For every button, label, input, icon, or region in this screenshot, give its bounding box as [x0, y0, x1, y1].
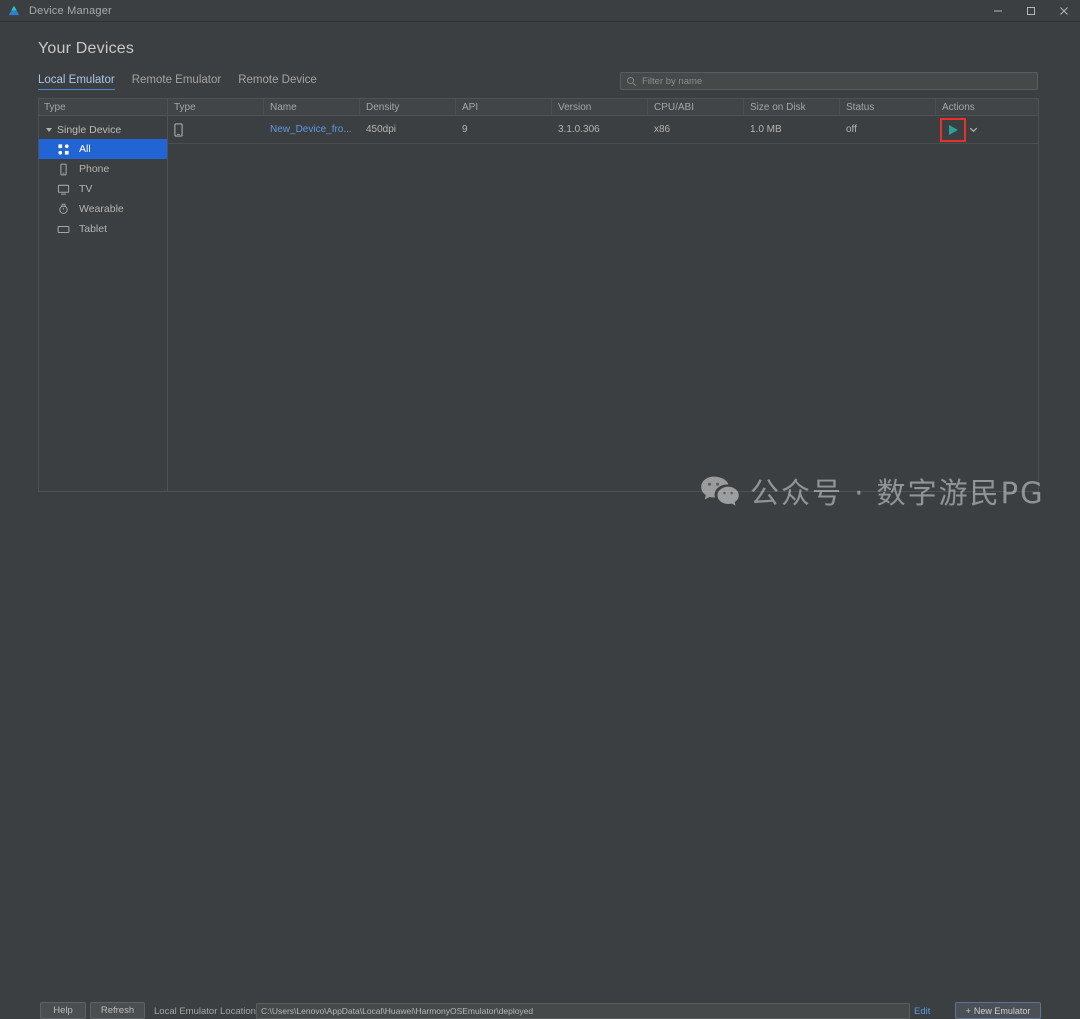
sidebar-item-label: Tablet	[79, 223, 108, 235]
search-input[interactable]: Filter by name	[642, 76, 702, 87]
filter-search-box[interactable]: Filter by name	[620, 72, 1038, 90]
sidebar-item-tv[interactable]: TV	[39, 179, 167, 199]
help-button[interactable]: Help	[40, 1002, 86, 1019]
table-header-row: Type Name Density API Version CPU/ABI Si…	[168, 99, 1038, 116]
play-icon	[948, 124, 958, 135]
sidebar-item-label: All	[79, 143, 91, 155]
refresh-button[interactable]: Refresh	[90, 1002, 145, 1019]
column-header-api[interactable]: API	[456, 99, 552, 115]
phone-icon	[174, 123, 183, 136]
sidebar-item-wearable[interactable]: Wearable	[39, 199, 167, 219]
search-icon	[627, 76, 637, 86]
title-bar: Device Manager	[0, 0, 1080, 22]
deveco-logo-icon	[8, 5, 20, 15]
cell-size-on-disk: 1.0 MB	[750, 124, 782, 135]
edit-link[interactable]: Edit	[914, 1006, 930, 1017]
type-sidebar: Type Single Device All Phone TV Wearable…	[38, 98, 167, 492]
maximize-button[interactable]	[1014, 0, 1047, 22]
column-header-version[interactable]: Version	[552, 99, 648, 115]
column-header-density[interactable]: Density	[360, 99, 456, 115]
watch-icon	[59, 203, 68, 214]
window-controls	[981, 0, 1080, 22]
new-emulator-label: New Emulator	[973, 1005, 1031, 1016]
chevron-down-icon[interactable]	[968, 124, 979, 135]
tab-bar: Local Emulator Remote Emulator Remote De…	[38, 74, 317, 90]
column-header-actions[interactable]: Actions	[936, 99, 1038, 115]
cell-version: 3.1.0.306	[558, 124, 600, 135]
sidebar-item-phone[interactable]: Phone	[39, 159, 167, 179]
column-header-status[interactable]: Status	[840, 99, 936, 115]
sidebar-item-tablet[interactable]: Tablet	[39, 219, 167, 239]
device-type-tree: Single Device All Phone TV Wearable Tabl…	[39, 116, 167, 491]
plus-icon: +	[965, 1005, 971, 1016]
grid-icon	[58, 143, 69, 155]
cell-density: 450dpi	[366, 124, 397, 135]
footer-bar: Help Refresh Local Emulator Location: C:…	[0, 498, 1080, 1019]
column-header-type[interactable]: Type	[168, 99, 264, 115]
start-device-button[interactable]	[940, 117, 966, 142]
sidebar-item-label: Wearable	[79, 203, 124, 215]
device-panels: Type Single Device All Phone TV Wearable…	[38, 98, 1039, 492]
tv-icon	[57, 184, 70, 195]
cell-actions	[936, 116, 1038, 143]
sidebar-item-all[interactable]: All	[39, 139, 167, 159]
cell-status: off	[846, 124, 857, 135]
local-emulator-location-input[interactable]: C:\Users\Lenovo\AppData\Local\Huawei\Har…	[256, 1003, 910, 1019]
devices-table: Type Name Density API Version CPU/ABI Si…	[167, 98, 1039, 492]
tab-local-emulator[interactable]: Local Emulator	[38, 74, 115, 90]
column-header-name[interactable]: Name	[264, 99, 360, 115]
page-title: Your Devices	[38, 40, 135, 57]
tree-group-label: Single Device	[57, 123, 122, 136]
column-header-cpu-abi[interactable]: CPU/ABI	[648, 99, 744, 115]
cell-cpu-abi: x86	[654, 124, 671, 135]
minimize-button[interactable]	[981, 0, 1014, 22]
sidebar-item-label: TV	[79, 183, 93, 195]
phone-icon	[60, 163, 67, 175]
column-header-size-on-disk[interactable]: Size on Disk	[744, 99, 840, 115]
cell-name[interactable]: New_Device_fro...	[264, 116, 360, 143]
new-emulator-button[interactable]: + New Emulator	[955, 1002, 1041, 1019]
tablet-icon	[57, 225, 70, 233]
close-button[interactable]	[1047, 0, 1080, 22]
sidebar-item-label: Phone	[79, 163, 110, 175]
cell-api: 9	[462, 124, 468, 135]
tab-remote-emulator[interactable]: Remote Emulator	[132, 74, 221, 90]
window-title: Device Manager	[29, 4, 112, 17]
table-body: New_Device_fro... 450dpi 9 3.1.0.306 x86…	[168, 116, 1038, 491]
sidebar-column-header: Type	[39, 99, 167, 116]
table-row[interactable]: New_Device_fro... 450dpi 9 3.1.0.306 x86…	[168, 116, 1038, 144]
chevron-down-icon	[46, 127, 52, 132]
tree-group-single-device[interactable]: Single Device	[39, 120, 167, 139]
cell-type	[168, 116, 264, 143]
tab-remote-device[interactable]: Remote Device	[238, 74, 317, 90]
local-emulator-location-label: Local Emulator Location:	[154, 1006, 259, 1017]
